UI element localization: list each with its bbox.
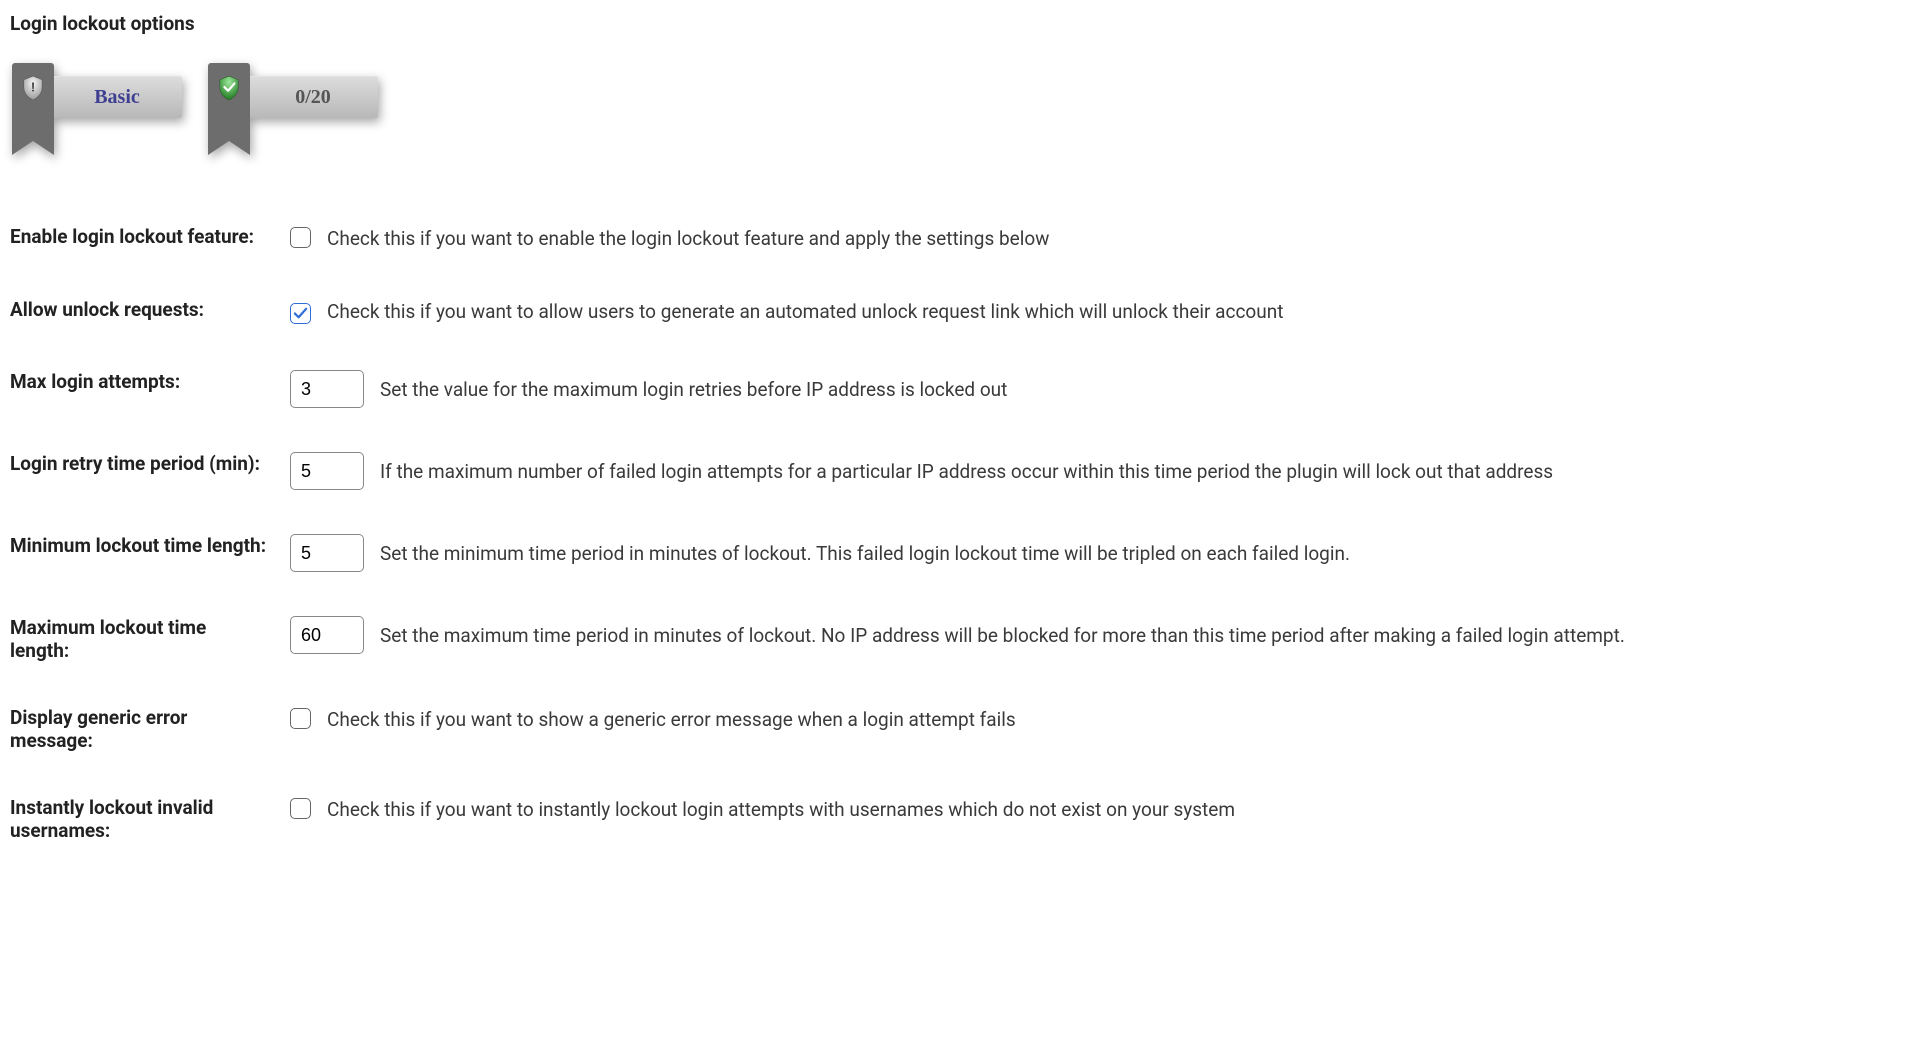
row-enable-lockout: Enable login lockout feature: Check this… [10,225,1871,254]
row-instant-lockout: Instantly lockout invalid usernames: Che… [10,796,1871,842]
label-instant-lockout: Instantly lockout invalid usernames: [10,796,290,842]
desc-max-lockout: Set the maximum time period in minutes o… [380,616,1871,651]
desc-min-lockout: Set the minimum time period in minutes o… [380,534,1871,569]
desc-allow-unlock: Check this if you want to allow users to… [327,300,1283,323]
checkbox-instant-lockout[interactable] [290,798,311,819]
badge-score: 0/20 [208,63,378,141]
section-title: Login lockout options [10,12,1909,35]
desc-generic-error: Check this if you want to show a generic… [327,708,1016,731]
input-min-lockout[interactable] [290,534,364,572]
input-max-lockout[interactable] [290,616,364,654]
input-retry-period[interactable] [290,452,364,490]
badge-score-label: 0/20 [248,76,378,118]
security-badges: ! Basic 0/20 [10,63,1909,141]
label-max-attempts: Max login attempts: [10,370,290,408]
badge-basic-label: Basic [52,76,182,118]
label-retry-period: Login retry time period (min): [10,452,290,490]
shield-check-icon [218,75,240,106]
row-retry-period: Login retry time period (min): If the ma… [10,452,1871,490]
label-allow-unlock: Allow unlock requests: [10,298,290,327]
row-max-lockout: Maximum lockout time length: Set the max… [10,616,1871,662]
ribbon-basic: ! [12,63,54,141]
shield-icon: ! [22,75,44,106]
label-generic-error: Display generic error message: [10,706,290,752]
label-max-lockout: Maximum lockout time length: [10,616,290,662]
badge-basic: ! Basic [12,63,182,141]
desc-max-attempts: Set the value for the maximum login retr… [380,370,1871,405]
svg-text:!: ! [31,81,34,96]
label-min-lockout: Minimum lockout time length: [10,534,290,572]
settings-table: Enable login lockout feature: Check this… [10,181,1871,886]
ribbon-score [208,63,250,141]
desc-enable-lockout: Check this if you want to enable the log… [327,227,1049,250]
checkbox-allow-unlock[interactable] [290,303,311,324]
desc-retry-period: If the maximum number of failed login at… [380,452,1871,487]
checkbox-enable-lockout[interactable] [290,227,311,248]
desc-instant-lockout: Check this if you want to instantly lock… [327,798,1235,821]
label-enable-lockout: Enable login lockout feature: [10,225,290,254]
checkbox-generic-error[interactable] [290,708,311,729]
row-min-lockout: Minimum lockout time length: Set the min… [10,534,1871,572]
row-max-attempts: Max login attempts: Set the value for th… [10,370,1871,408]
row-generic-error: Display generic error message: Check thi… [10,706,1871,752]
input-max-attempts[interactable] [290,370,364,408]
row-allow-unlock: Allow unlock requests: Check this if you… [10,298,1871,327]
